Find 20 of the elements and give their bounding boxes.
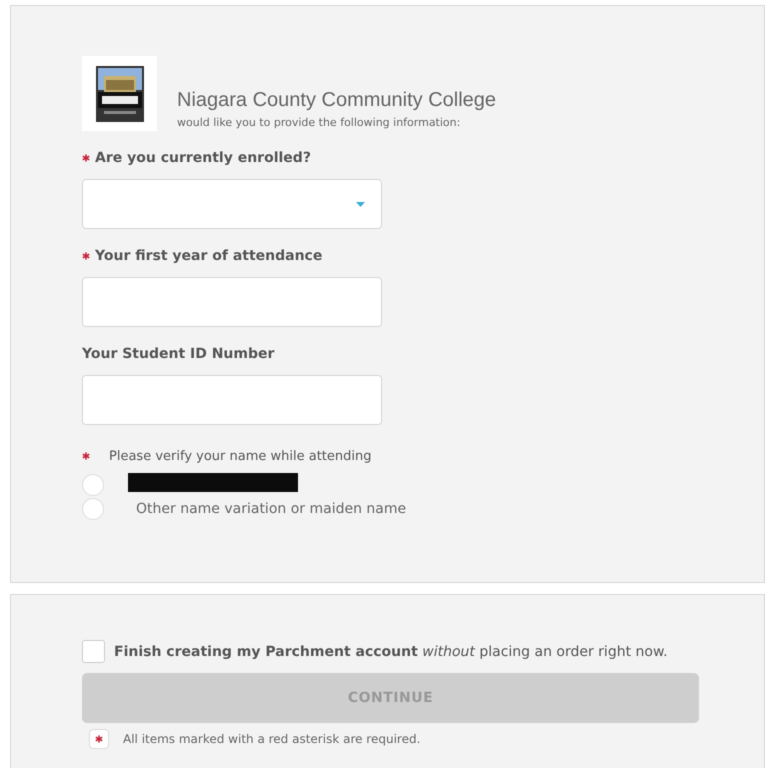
dropdown[interactable] [82, 179, 382, 229]
input-field[interactable] [82, 277, 382, 327]
field-label: Are you currently enrolled? [95, 150, 311, 166]
checkbox[interactable] [82, 640, 105, 663]
field-label: Your Student ID Number [82, 346, 274, 362]
required-note: All items marked with a red asterisk are required. [123, 732, 420, 746]
asterisk-icon [82, 154, 90, 162]
asterisk-icon [82, 452, 90, 460]
college-name: Niagara County Community College [177, 89, 496, 112]
radio-button[interactable] [82, 474, 104, 496]
input-field[interactable] [82, 375, 382, 425]
checkbox-label: Finish creating my Parchment account without placing an order right now. [114, 644, 668, 660]
option-label: Other name variation or maiden name [136, 501, 406, 517]
caret-icon [356, 202, 365, 206]
subtitle: would like you to provide the following information: [177, 116, 462, 129]
field-label: Your first year of attendance [95, 248, 322, 264]
field-label: Please verify your name while attending [109, 448, 372, 464]
asterisk-icon [82, 252, 90, 260]
asterisk-icon [95, 735, 103, 743]
radio-button[interactable] [82, 498, 104, 520]
